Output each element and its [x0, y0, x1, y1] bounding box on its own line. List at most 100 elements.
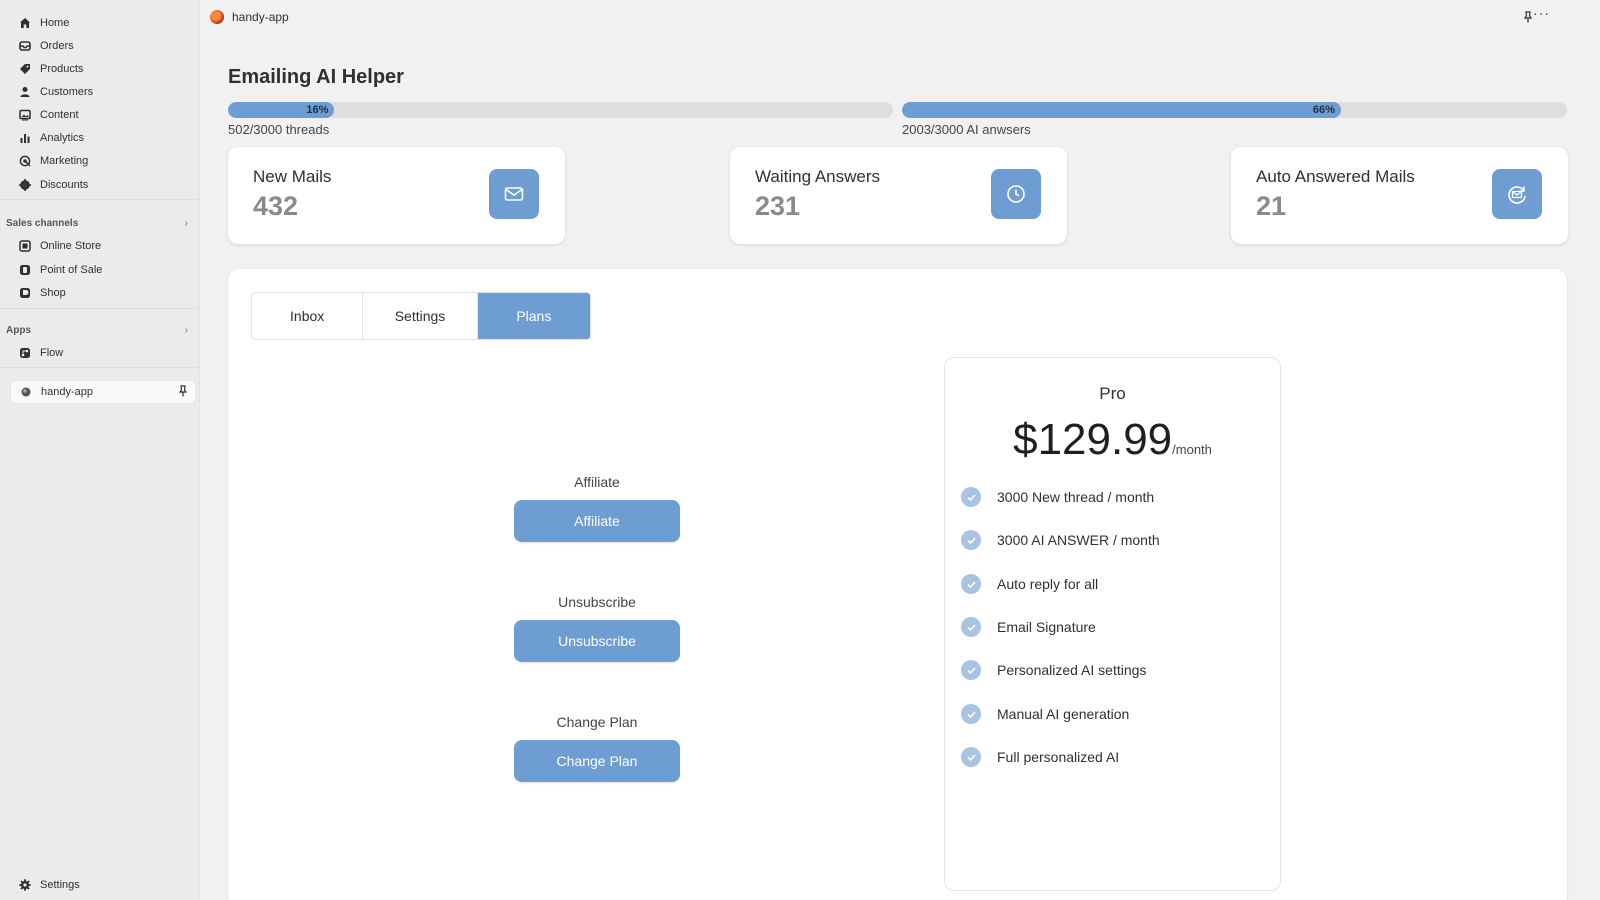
sidebar-item-home[interactable]: Home [10, 12, 196, 34]
clock-icon [991, 169, 1041, 219]
sidebar: Home Orders Products Customers Content A… [0, 0, 200, 900]
sidebar-item-settings[interactable]: Settings [10, 874, 196, 896]
unsubscribe-label: Unsubscribe [558, 594, 636, 610]
tag-icon [18, 62, 32, 76]
plan-feature: Auto reply for all [961, 573, 1098, 595]
progress-percent: 66% [1312, 104, 1335, 116]
change-plan-label: Change Plan [556, 714, 638, 730]
home-icon [18, 16, 32, 30]
stat-title: Auto Answered Mails [1256, 167, 1415, 186]
sidebar-item-label: Flow [40, 347, 64, 359]
sidebar-item-label: Orders [40, 40, 74, 52]
sidebar-item-orders[interactable]: Orders [10, 35, 196, 57]
sidebar-divider [0, 199, 199, 200]
plan-feature-label: 3000 New thread / month [997, 489, 1155, 505]
check-icon [961, 660, 981, 680]
progress-fill: 16% [228, 102, 335, 118]
plan-feature: Full personalized AI [961, 746, 1119, 768]
sales-channels-heading[interactable]: Sales channels › [6, 215, 194, 231]
sidebar-item-label: Analytics [40, 132, 85, 144]
main-panel: Inbox Settings Plans Affiliate Affiliate… [228, 269, 1567, 900]
apps-heading[interactable]: Apps › [6, 322, 194, 338]
image-icon [18, 108, 32, 122]
page-title: Emailing AI Helper [228, 66, 404, 88]
sidebar-item-shop[interactable]: Shop [10, 282, 196, 304]
sidebar-item-label: Point of Sale [40, 264, 103, 276]
change-plan-button[interactable]: Change Plan [514, 740, 680, 782]
plan-name: Pro [1099, 384, 1126, 403]
stat-value: 432 [253, 191, 299, 221]
gear-icon [18, 878, 32, 892]
plan-price-amount: $129.99 [1013, 415, 1173, 464]
sidebar-item-label: Discounts [40, 179, 89, 191]
sidebar-item-online-store[interactable]: Online Store [10, 235, 196, 257]
plan-price: $129.99/month [945, 415, 1280, 465]
check-icon [961, 617, 981, 637]
sidebar-item-customers[interactable]: Customers [10, 81, 196, 103]
stat-card-new-mails: New Mails 432 [228, 147, 565, 244]
apps-heading-label: Apps [6, 324, 31, 336]
threads-usage-caption: 502/3000 threads [228, 122, 330, 137]
check-icon [961, 530, 981, 550]
threads-progress-bar: 16% [228, 102, 893, 118]
sidebar-item-discounts[interactable]: Discounts [10, 174, 196, 196]
tab-inbox[interactable]: Inbox [252, 293, 364, 339]
sidebar-item-flow[interactable]: Flow [10, 342, 196, 364]
pos-icon [18, 263, 32, 277]
tab-bar: Inbox Settings Plans [251, 292, 591, 340]
sidebar-divider [0, 367, 199, 368]
check-icon [961, 704, 981, 724]
unsubscribe-group: Unsubscribe Unsubscribe [514, 592, 680, 662]
sidebar-item-point-of-sale[interactable]: Point of Sale [10, 259, 196, 281]
ai-answers-usage-caption: 2003/3000 AI anwsers [902, 122, 1031, 137]
app-logo-icon [210, 10, 224, 24]
target-icon [18, 154, 32, 168]
unsubscribe-button[interactable]: Unsubscribe [514, 620, 680, 662]
ai-answers-progress-bar: 66% [902, 102, 1567, 118]
plan-feature: 3000 AI ANSWER / month [961, 529, 1160, 551]
check-icon [961, 747, 981, 767]
more-options-button[interactable]: ··· [1533, 5, 1550, 21]
sidebar-item-label: Settings [40, 879, 80, 891]
sidebar-item-analytics[interactable]: Analytics [10, 127, 196, 149]
store-icon [18, 239, 32, 253]
mail-icon [489, 169, 539, 219]
plan-feature: Personalized AI settings [961, 659, 1146, 681]
check-icon [961, 487, 981, 507]
check-icon [961, 574, 981, 594]
sidebar-item-handy-app[interactable]: handy-app [10, 380, 196, 404]
sidebar-item-label: Online Store [40, 240, 102, 252]
sidebar-item-marketing[interactable]: Marketing [10, 150, 196, 172]
affiliate-button[interactable]: Affiliate [514, 500, 680, 542]
plan-price-period: /month [1172, 442, 1212, 457]
app-logo-icon [19, 385, 33, 399]
tab-settings[interactable]: Settings [363, 293, 478, 339]
stat-value: 231 [755, 191, 801, 221]
shop-icon [18, 286, 32, 300]
pin-icon[interactable] [177, 385, 189, 397]
stat-card-waiting-answers: Waiting Answers 231 [730, 147, 1067, 244]
top-bar: handy-app ··· [200, 0, 1600, 33]
sidebar-item-label: Shop [40, 287, 66, 299]
tab-plans[interactable]: Plans [477, 293, 590, 339]
plan-feature-label: Email Signature [997, 619, 1096, 635]
plan-feature: Manual AI generation [961, 703, 1129, 725]
plan-feature-label: 3000 AI ANSWER / month [997, 532, 1160, 548]
stat-title: New Mails [253, 167, 332, 186]
auto-reply-mail-icon [1492, 169, 1542, 219]
stat-value: 21 [1256, 191, 1287, 221]
plan-feature-label: Personalized AI settings [997, 662, 1147, 678]
sidebar-item-content[interactable]: Content [10, 104, 196, 126]
orders-icon [18, 39, 32, 53]
plan-feature: 3000 New thread / month [961, 486, 1154, 508]
sidebar-item-label: Products [40, 63, 84, 75]
sidebar-item-label: handy-app [41, 386, 93, 398]
sidebar-item-label: Content [40, 109, 79, 121]
affiliate-label: Affiliate [574, 474, 620, 490]
sidebar-item-products[interactable]: Products [10, 58, 196, 80]
chevron-right-icon: › [184, 217, 188, 229]
flow-icon [18, 346, 32, 360]
change-plan-group: Change Plan Change Plan [514, 712, 680, 782]
bar-chart-icon [18, 131, 32, 145]
chevron-right-icon: › [184, 324, 188, 336]
